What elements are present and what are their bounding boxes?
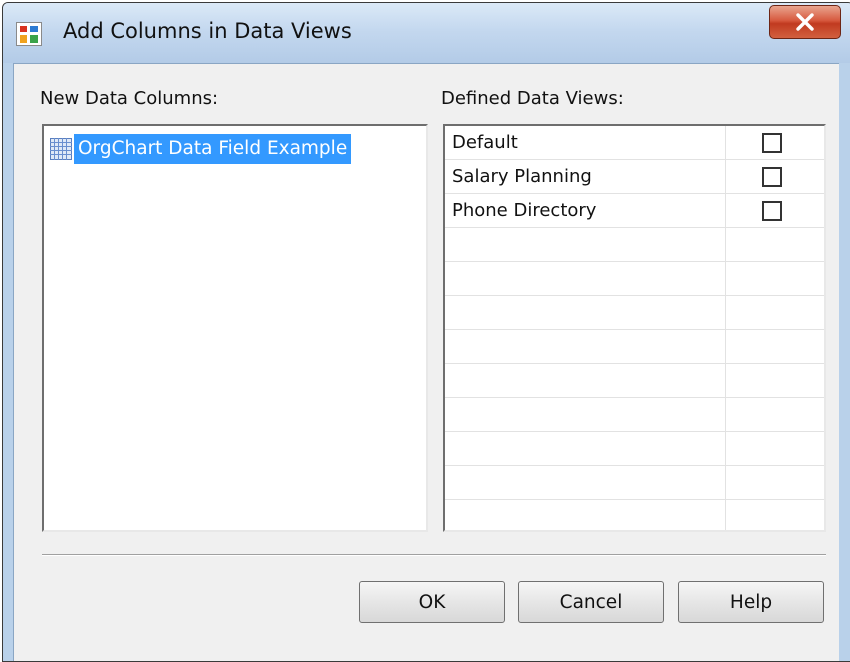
divider [42, 554, 826, 556]
view-name: Salary Planning [452, 166, 592, 187]
table-row[interactable]: Phone Directory [445, 194, 824, 228]
empty-row [445, 228, 824, 262]
list-item[interactable]: OrgChart Data Field Example [50, 134, 352, 164]
help-button[interactable]: Help [678, 581, 824, 623]
dialog-body: New Data Columns: Defined Data Views: Or… [13, 63, 839, 661]
window-title: Add Columns in Data Views [63, 19, 352, 43]
view-checkbox[interactable] [762, 133, 782, 153]
empty-row [445, 296, 824, 330]
data-field-grid-icon [50, 138, 72, 160]
defined-data-views-label: Defined Data Views: [441, 88, 624, 109]
empty-row [445, 398, 824, 432]
new-data-columns-label: New Data Columns: [40, 88, 219, 109]
close-icon [796, 13, 814, 31]
list-item-label: OrgChart Data Field Example [74, 134, 352, 164]
empty-row [445, 432, 824, 466]
empty-row [445, 330, 824, 364]
empty-row [445, 364, 824, 398]
defined-data-views-grid[interactable]: Default Salary Planning Phone Directory [443, 124, 826, 532]
new-data-columns-list[interactable]: OrgChart Data Field Example [42, 124, 428, 532]
view-checkbox[interactable] [762, 201, 782, 221]
view-checkbox[interactable] [762, 167, 782, 187]
view-name: Phone Directory [452, 200, 597, 221]
dialog-window: Add Columns in Data Views New Data Colum… [2, 2, 850, 662]
ok-button[interactable]: OK [359, 581, 505, 623]
empty-row [445, 500, 824, 530]
org-chart-app-icon [16, 22, 42, 46]
empty-row [445, 466, 824, 500]
table-row[interactable]: Salary Planning [445, 160, 824, 194]
view-name: Default [452, 132, 518, 153]
close-button[interactable] [769, 5, 841, 39]
empty-row [445, 262, 824, 296]
cancel-button[interactable]: Cancel [518, 581, 664, 623]
title-bar[interactable]: Add Columns in Data Views [3, 3, 850, 63]
table-row[interactable]: Default [445, 126, 824, 160]
